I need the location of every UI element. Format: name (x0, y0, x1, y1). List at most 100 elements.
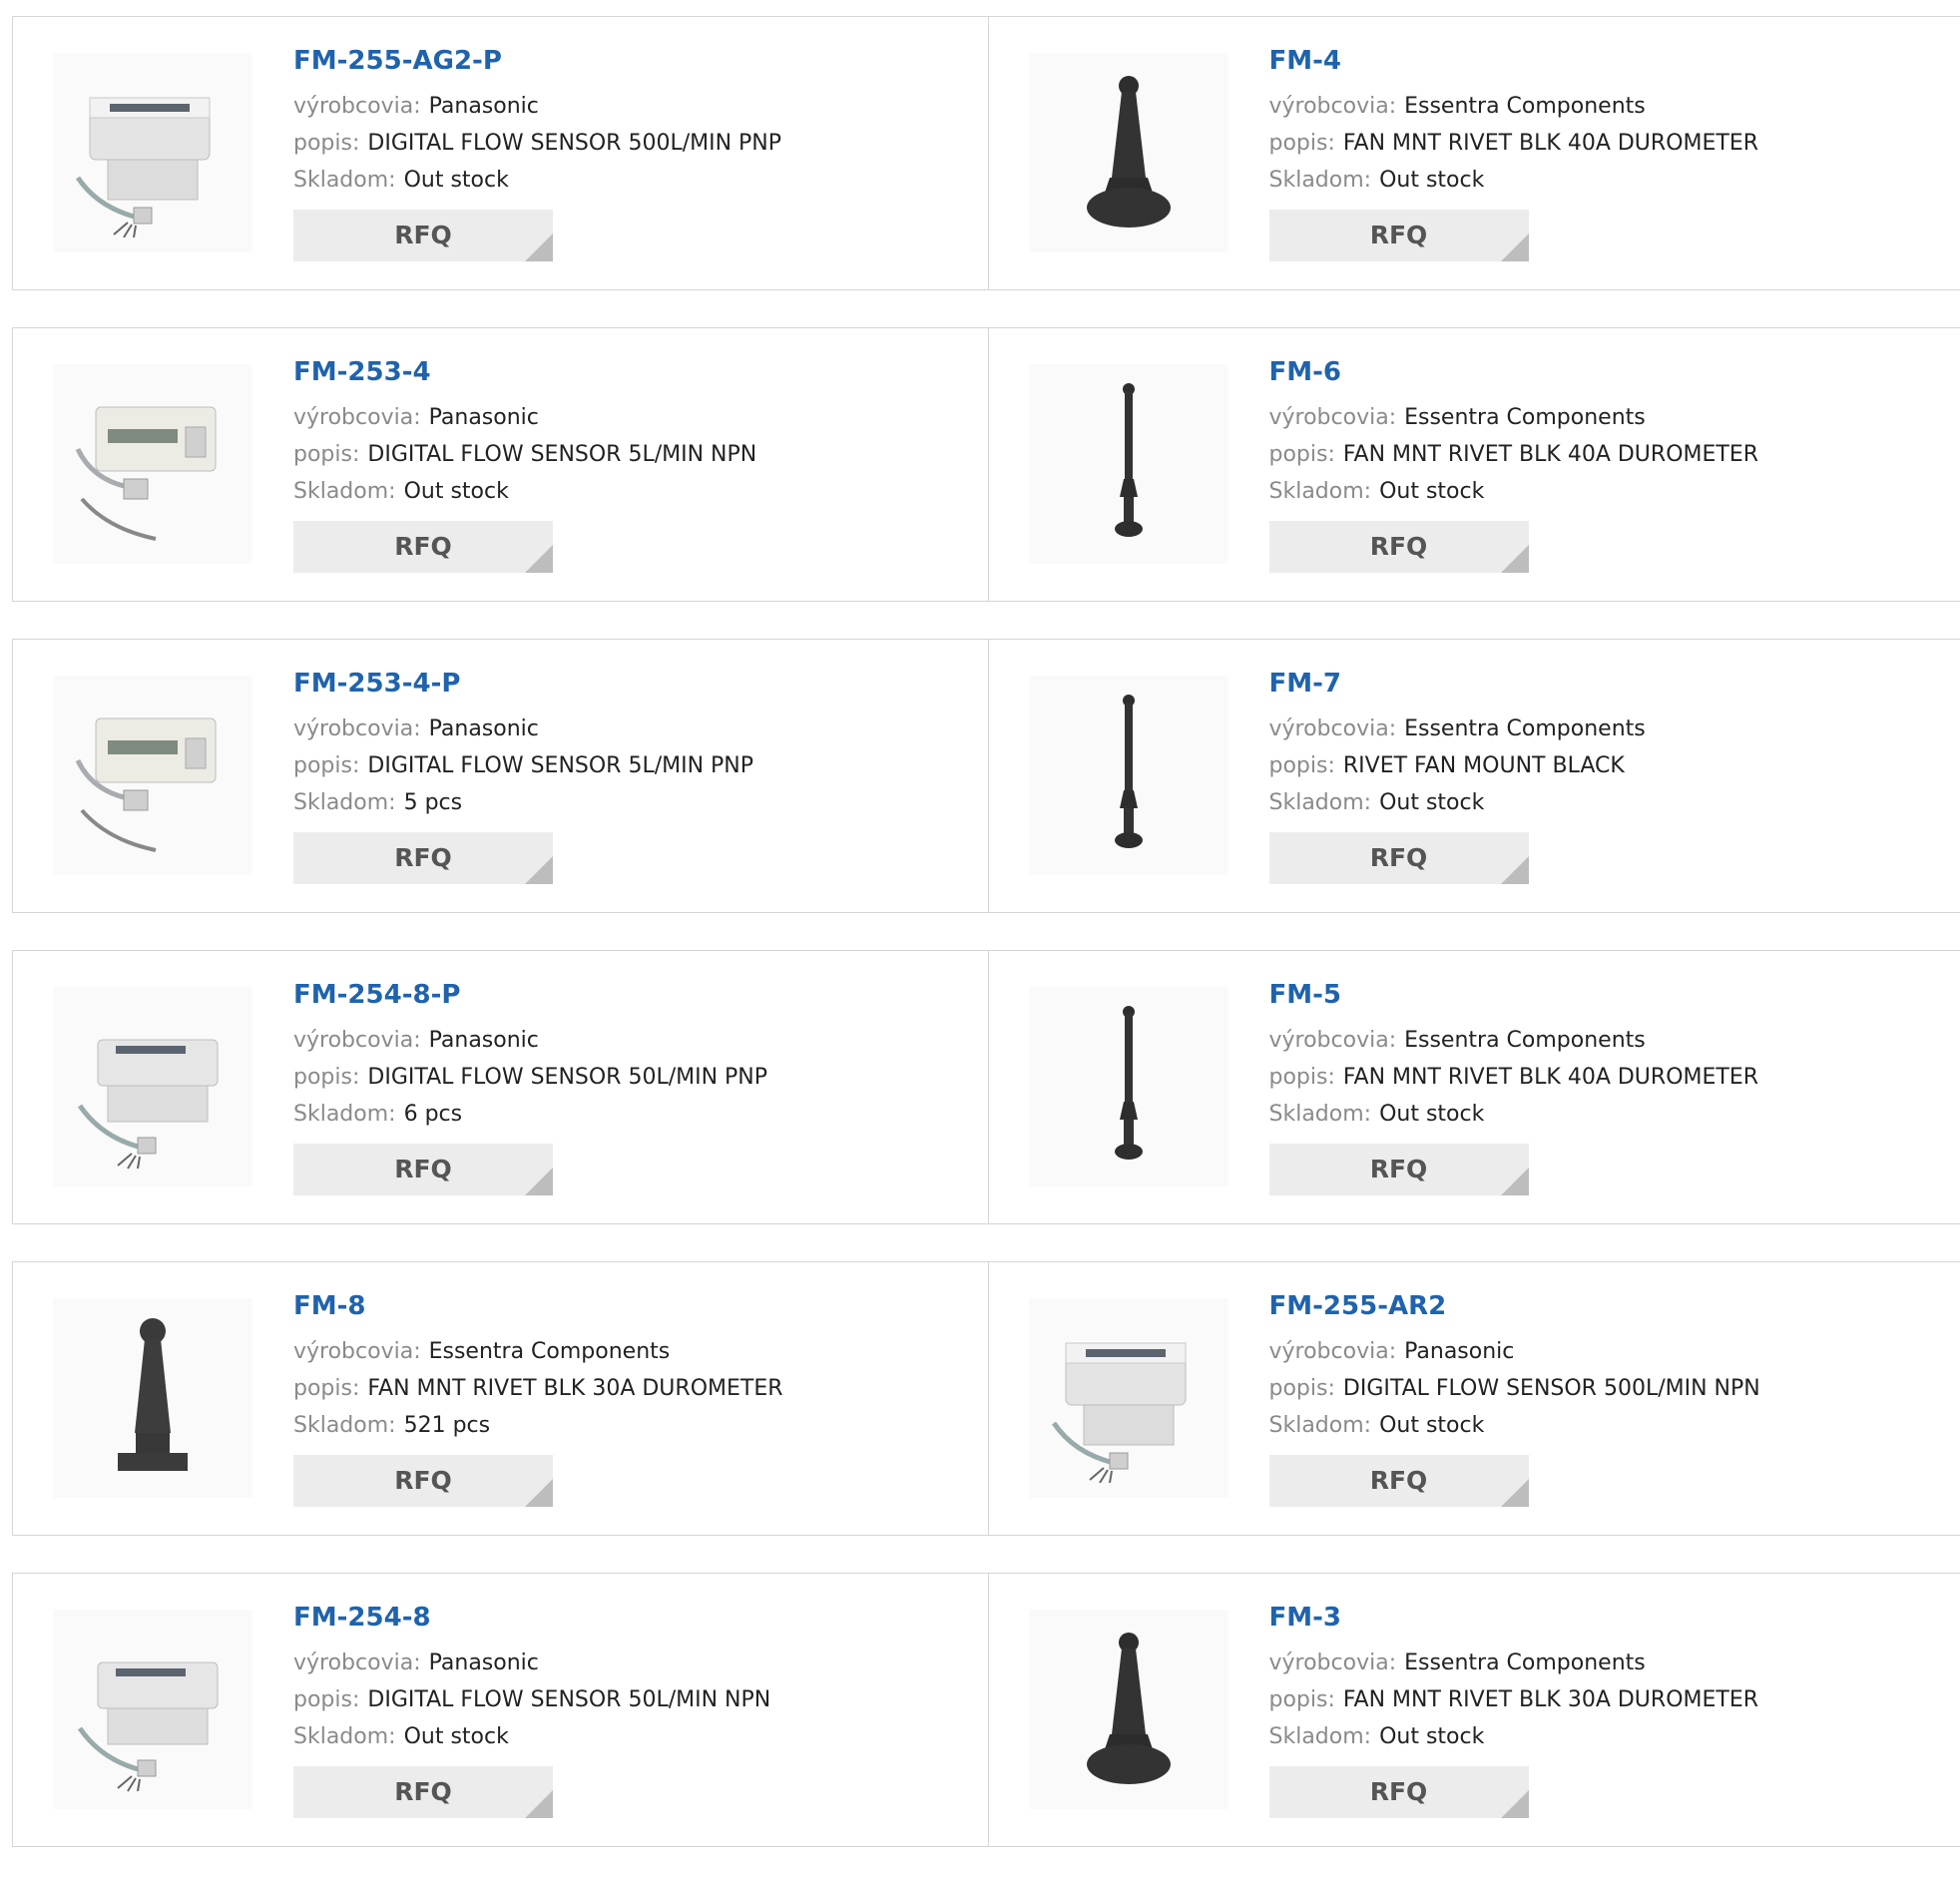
stock-line: Skladom:Out stock (1269, 476, 1759, 507)
part-number-link[interactable]: FM-5 (1269, 979, 1759, 1011)
product-image[interactable] (53, 987, 252, 1186)
description-line: popis:DIGITAL FLOW SENSOR 50L/MIN NPN (293, 1684, 770, 1715)
manufacturer-value: Panasonic (429, 716, 539, 741)
description-value: DIGITAL FLOW SENSOR 50L/MIN NPN (367, 1687, 770, 1712)
description-line: popis:DIGITAL FLOW SENSOR 50L/MIN PNP (293, 1062, 767, 1093)
manufacturer-line: výrobcovia:Panasonic (293, 1648, 770, 1678)
rfq-button[interactable]: RFQ (293, 1766, 553, 1818)
rfq-button[interactable]: RFQ (1269, 1766, 1529, 1818)
rfq-button[interactable]: RFQ (1269, 1144, 1529, 1195)
product-image[interactable] (1029, 1610, 1228, 1809)
corner-decoration (525, 1790, 553, 1818)
part-number-link[interactable]: FM-253-4-P (293, 668, 753, 700)
rfq-button[interactable]: RFQ (1269, 210, 1529, 261)
description-line: popis:DIGITAL FLOW SENSOR 500L/MIN NPN (1269, 1373, 1760, 1404)
manufacturer-value: Panasonic (429, 94, 539, 119)
manufacturer-value: Panasonic (429, 1028, 539, 1053)
stock-value: Out stock (1379, 1413, 1484, 1438)
description-value: FAN MNT RIVET BLK 40A DUROMETER (1343, 442, 1758, 467)
part-number-link[interactable]: FM-254-8-P (293, 979, 767, 1011)
description-label: popis: (1269, 1376, 1335, 1401)
manufacturer-line: výrobcovia: Panasonic (293, 713, 753, 744)
product-info: FM-253-4 výrobcovia:Panasonic popis:DIGI… (293, 356, 756, 573)
rfq-button[interactable]: RFQ (293, 210, 553, 261)
rfq-button[interactable]: RFQ (293, 1455, 553, 1507)
product-info: FM-253-4-P výrobcovia:Panasonic popis:DI… (293, 668, 753, 884)
description-label: popis: (293, 442, 359, 467)
stock-value: 5 pcs (404, 790, 463, 815)
manufacturer-label: výrobcovia: (293, 716, 421, 741)
product-info: FM-254-8-P výrobcovia:Panasonic popis:DI… (293, 979, 767, 1195)
stock-value: Out stock (1379, 790, 1484, 815)
part-number-link[interactable]: FM-254-8 (293, 1602, 770, 1634)
product-info: FM-255-AR2 výrobcovia:Panasonic popis:DI… (1269, 1290, 1760, 1507)
manufacturer-value: Panasonic (1404, 1339, 1514, 1364)
stock-line: Skladom:Out stock (293, 165, 781, 196)
manufacturer-line: výrobcovia: Panasonic (293, 402, 756, 433)
stock-line: Skladom:Out stock (1269, 1099, 1759, 1130)
description-label: popis: (293, 131, 359, 156)
stock-label: Skladom: (1269, 1413, 1372, 1438)
rfq-label: RFQ (394, 1155, 452, 1183)
part-number-link[interactable]: FM-4 (1269, 45, 1759, 77)
product-image[interactable] (53, 676, 252, 875)
manufacturer-value: Panasonic (429, 405, 539, 430)
corner-decoration (525, 1479, 553, 1507)
part-number-link[interactable]: FM-253-4 (293, 356, 756, 388)
stock-value: 6 pcs (404, 1102, 463, 1127)
manufacturer-line: výrobcovia:Essentra Components (1269, 91, 1759, 122)
stock-line: Skladom:Out stock (1269, 1721, 1759, 1752)
corner-decoration (1501, 234, 1529, 261)
manufacturer-value: Essentra Components (1404, 94, 1646, 119)
product-image[interactable] (1029, 53, 1228, 252)
manufacturer-label: výrobcovia: (293, 405, 421, 430)
part-number-link[interactable]: FM-255-AR2 (1269, 1290, 1760, 1322)
manufacturer-label: výrobcovia: (293, 94, 421, 119)
description-value: FAN MNT RIVET BLK 30A DUROMETER (1343, 1687, 1758, 1712)
product-image[interactable] (53, 364, 252, 564)
product-image[interactable] (53, 1610, 252, 1809)
stock-line: Skladom:5 pcs (293, 787, 753, 818)
part-number-link[interactable]: FM-7 (1269, 668, 1646, 700)
stock-value: Out stock (404, 479, 509, 504)
product-card: FM-253-4 výrobcovia:Panasonic popis:DIGI… (13, 328, 988, 601)
rfq-button[interactable]: RFQ (293, 1144, 553, 1195)
product-image[interactable] (1029, 676, 1228, 875)
rfq-button[interactable]: RFQ (1269, 832, 1529, 884)
product-image[interactable] (1029, 1298, 1228, 1498)
product-info: FM-8 výrobcovia:Essentra Components popi… (293, 1290, 783, 1507)
stock-line: Skladom:6 pcs (293, 1099, 767, 1130)
manufacturer-line: výrobcovia:Essentra Components (293, 1336, 783, 1367)
product-image[interactable] (1029, 987, 1228, 1186)
product-row: FM-253-4 výrobcovia:Panasonic popis:DIGI… (12, 327, 1960, 602)
stock-value: Out stock (1379, 479, 1484, 504)
rfq-label: RFQ (1370, 532, 1428, 561)
part-number-link[interactable]: FM-6 (1269, 356, 1759, 388)
rfq-button[interactable]: RFQ (293, 832, 553, 884)
description-value: DIGITAL FLOW SENSOR 50L/MIN PNP (367, 1065, 767, 1090)
rfq-button[interactable]: RFQ (293, 521, 553, 573)
product-card: FM-255-AG2-P výrobcovia: Panasonic popis:… (13, 17, 988, 289)
product-image[interactable] (1029, 364, 1228, 564)
manufacturer-label: výrobcovia: (293, 1650, 421, 1675)
product-card: FM-255-AR2 výrobcovia:Panasonic popis:DI… (988, 1262, 1960, 1535)
product-image[interactable] (53, 1298, 252, 1498)
part-number-link[interactable]: FM-3 (1269, 1602, 1759, 1634)
rfq-label: RFQ (1370, 1777, 1428, 1806)
description-value: FAN MNT RIVET BLK 40A DUROMETER (1343, 1065, 1758, 1090)
description-value: FAN MNT RIVET BLK 40A DUROMETER (1343, 131, 1758, 156)
product-row: FM-8 výrobcovia:Essentra Components popi… (12, 1261, 1960, 1536)
rfq-button[interactable]: RFQ (1269, 521, 1529, 573)
part-number-link[interactable]: FM-255-AG2-P (293, 45, 781, 77)
rfq-button[interactable]: RFQ (1269, 1455, 1529, 1507)
product-info: FM-6 výrobcovia:Essentra Components popi… (1269, 356, 1759, 573)
product-card: FM-5 výrobcovia:Essentra Components popi… (988, 951, 1960, 1223)
description-label: popis: (293, 753, 359, 778)
stock-value: 521 pcs (404, 1413, 491, 1438)
stock-label: Skladom: (293, 168, 396, 193)
description-label: popis: (1269, 753, 1335, 778)
part-number-link[interactable]: FM-8 (293, 1290, 783, 1322)
product-image[interactable] (53, 53, 252, 252)
stock-value: Out stock (1379, 168, 1484, 193)
stock-label: Skladom: (1269, 1102, 1372, 1127)
